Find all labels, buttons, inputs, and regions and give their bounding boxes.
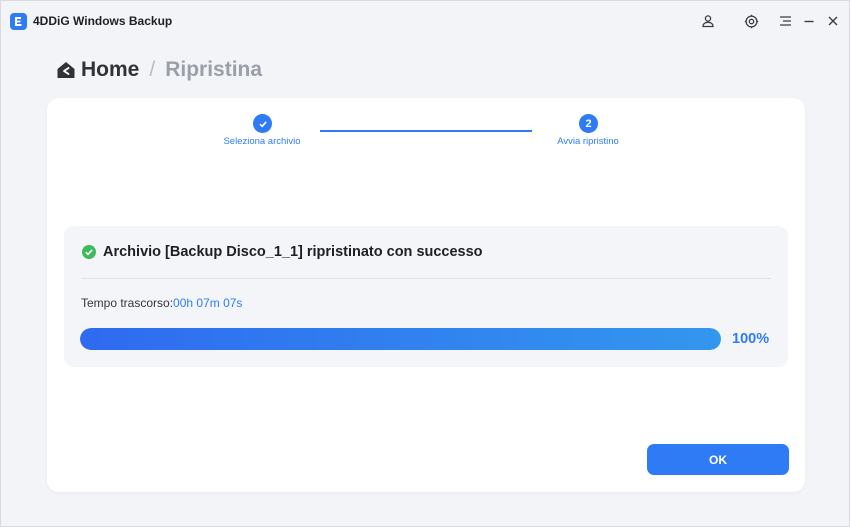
result-title: Archivio [Backup Disco_1_1] ripristinato… xyxy=(103,244,483,260)
result-panel: Archivio [Backup Disco_1_1] ripristinato… xyxy=(64,226,788,367)
app-logo-icon xyxy=(10,13,27,30)
breadcrumb-home[interactable]: Home xyxy=(81,58,139,82)
breadcrumb: Home / Ripristina xyxy=(56,57,262,83)
elapsed-time: Tempo trascorso:00h 07m 07s xyxy=(81,296,242,310)
step-2-marker: 2 xyxy=(579,114,598,133)
elapsed-label: Tempo trascorso: xyxy=(81,296,174,310)
close-icon[interactable] xyxy=(824,12,842,30)
breadcrumb-current: Ripristina xyxy=(165,58,263,81)
account-icon[interactable] xyxy=(699,12,717,30)
step-2-label: Avvia ripristino xyxy=(557,136,619,147)
title-bar: 4DDiG Windows Backup xyxy=(1,1,849,41)
step-connector xyxy=(320,130,532,132)
menu-icon[interactable] xyxy=(776,12,794,30)
home-back-icon[interactable] xyxy=(56,60,76,80)
breadcrumb-separator: / xyxy=(149,58,156,81)
progress-bar xyxy=(80,328,721,350)
restore-card: Seleziona archivio 2 Avvia ripristino Ar… xyxy=(47,98,805,492)
ok-button[interactable]: OK xyxy=(647,444,789,475)
step-1-completed-icon xyxy=(253,114,272,133)
elapsed-value: 00h 07m 07s xyxy=(173,296,243,310)
settings-icon[interactable] xyxy=(742,12,760,30)
minimize-icon[interactable] xyxy=(800,12,818,30)
progress-percent: 100% xyxy=(732,331,770,347)
progress-fill xyxy=(80,328,721,350)
success-check-icon xyxy=(82,245,96,259)
app-title: 4DDiG Windows Backup xyxy=(33,14,173,28)
app-window: 4DDiG Windows Backup Home / Ripristina S… xyxy=(0,0,850,527)
step-1-label: Seleziona archivio xyxy=(223,136,301,147)
divider xyxy=(81,278,771,279)
